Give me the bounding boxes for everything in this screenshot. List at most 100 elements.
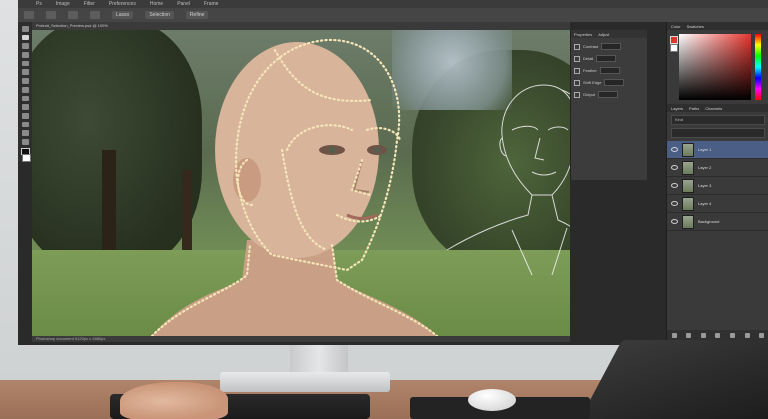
layer-row[interactable]: Layer 4 bbox=[667, 195, 768, 213]
properties-row: Shift Edge bbox=[574, 79, 644, 86]
properties-row: Feather bbox=[574, 67, 644, 74]
menu-item[interactable]: Filter bbox=[84, 1, 95, 7]
eye-icon[interactable] bbox=[671, 219, 678, 224]
layer-thumbnail bbox=[682, 214, 694, 229]
layer-name: Background bbox=[698, 219, 720, 224]
layers-footer bbox=[667, 330, 768, 340]
link-icon[interactable] bbox=[671, 332, 677, 338]
foreground-color-swatch[interactable] bbox=[670, 36, 678, 44]
layer-thumbnail bbox=[682, 178, 694, 193]
tab-paths[interactable]: Paths bbox=[689, 106, 699, 111]
menu-item[interactable]: Frame bbox=[204, 1, 218, 7]
tab-layers[interactable]: Layers bbox=[671, 106, 683, 111]
eye-icon[interactable] bbox=[671, 201, 678, 206]
color-picker-field[interactable] bbox=[679, 34, 751, 100]
tab-adjust[interactable]: Adjust bbox=[598, 32, 609, 37]
tools-panel bbox=[18, 22, 32, 162]
layer-name: Layer 2 bbox=[698, 165, 712, 170]
lasso-tool-icon[interactable] bbox=[46, 11, 56, 19]
properties-tabs: Properties Adjust bbox=[571, 30, 647, 38]
layer-thumbnail bbox=[682, 196, 694, 211]
properties-row: Output bbox=[574, 91, 644, 98]
row-label: Contrast bbox=[583, 44, 599, 49]
clone-stamp-icon[interactable] bbox=[21, 86, 29, 93]
subtract-selection-icon[interactable] bbox=[90, 11, 100, 19]
hue-slider[interactable] bbox=[755, 34, 761, 100]
eraser-tool-icon[interactable] bbox=[21, 95, 29, 102]
document-canvas[interactable] bbox=[32, 30, 570, 336]
eyedropper-tool-icon[interactable] bbox=[21, 60, 29, 67]
properties-panel: Properties Adjust Contrast Detail Feathe… bbox=[570, 30, 647, 180]
color-panel-tabs: Color Swatches bbox=[667, 22, 768, 30]
eye-icon[interactable] bbox=[671, 183, 678, 188]
checkbox[interactable] bbox=[574, 79, 580, 86]
gradient-tool-icon[interactable] bbox=[21, 104, 29, 110]
scene: Ps Image Filter Preferences Home Panel F… bbox=[0, 0, 768, 419]
crop-tool-icon[interactable] bbox=[21, 52, 29, 58]
fx-icon[interactable] bbox=[686, 332, 692, 338]
row-label: Shift Edge bbox=[583, 80, 602, 85]
tab-swatches[interactable]: Swatches bbox=[687, 24, 704, 29]
value-field[interactable] bbox=[604, 79, 625, 86]
eye-icon[interactable] bbox=[671, 165, 678, 170]
value-field[interactable] bbox=[599, 67, 620, 74]
blend-mode-select[interactable] bbox=[671, 128, 765, 138]
portrait-illustration bbox=[150, 38, 570, 336]
zoom-tool-icon[interactable] bbox=[21, 138, 29, 145]
layer-row[interactable]: Layer 1 bbox=[667, 141, 768, 159]
checkbox[interactable] bbox=[574, 55, 580, 62]
adjustment-icon[interactable] bbox=[715, 332, 721, 338]
mask-icon[interactable] bbox=[700, 332, 706, 338]
background-color-swatch[interactable] bbox=[670, 44, 678, 52]
menu-item[interactable]: Ps bbox=[36, 1, 42, 7]
options-control[interactable]: Selection bbox=[145, 11, 174, 19]
options-control[interactable]: Refine bbox=[185, 11, 209, 19]
layer-row[interactable]: Layer 3 bbox=[667, 177, 768, 195]
move-tool-icon[interactable] bbox=[21, 26, 29, 32]
right-panel-dock: Color Swatches Layers Paths Channels Kin… bbox=[666, 22, 768, 340]
document-tab[interactable]: Portrait_Selection_Preview.psd @ 100% bbox=[32, 22, 570, 30]
status-bar: Photoshop document 5120px x 2880px bbox=[32, 336, 570, 342]
value-field[interactable] bbox=[601, 43, 622, 50]
layer-thumbnail bbox=[682, 160, 694, 175]
value-field[interactable] bbox=[596, 55, 617, 62]
options-bar: Lasso Selection Refine bbox=[18, 8, 768, 22]
menu-item[interactable]: Image bbox=[56, 1, 70, 7]
brush-tool-icon[interactable] bbox=[21, 78, 29, 84]
eye-icon[interactable] bbox=[671, 147, 678, 152]
layer-row[interactable]: Background bbox=[667, 213, 768, 231]
menu-item[interactable]: Preferences bbox=[109, 1, 136, 7]
pen-tool-icon[interactable] bbox=[21, 112, 29, 119]
tab-channels[interactable]: Channels bbox=[705, 106, 722, 111]
folder-icon[interactable] bbox=[730, 332, 736, 338]
marquee-tool-icon[interactable] bbox=[21, 43, 29, 50]
row-label: Output bbox=[583, 92, 596, 97]
options-control[interactable]: Lasso bbox=[112, 11, 134, 19]
mouse bbox=[468, 389, 516, 411]
menu-item[interactable]: Home bbox=[150, 1, 163, 7]
layer-row[interactable]: Layer 2 bbox=[667, 159, 768, 177]
new-layer-icon[interactable] bbox=[744, 332, 750, 338]
type-tool-icon[interactable] bbox=[21, 121, 29, 128]
lasso-tool-icon[interactable] bbox=[21, 34, 29, 41]
document-tab-bar: Portrait_Selection_Preview.psd @ 100% bbox=[32, 22, 570, 30]
layer-thumbnail bbox=[682, 142, 694, 157]
checkbox[interactable] bbox=[574, 43, 580, 50]
checkbox[interactable] bbox=[574, 67, 580, 74]
row-label: Feather bbox=[583, 68, 597, 73]
menu-bar: Ps Image Filter Preferences Home Panel F… bbox=[18, 0, 768, 8]
checkbox[interactable] bbox=[574, 91, 580, 98]
background-color-swatch[interactable] bbox=[22, 154, 31, 162]
home-icon[interactable] bbox=[24, 11, 34, 19]
tab-color[interactable]: Color bbox=[671, 24, 681, 29]
layer-filter-select[interactable]: Kind bbox=[671, 115, 765, 125]
layers-panel-tabs: Layers Paths Channels bbox=[667, 104, 768, 112]
menu-item[interactable]: Panel bbox=[177, 1, 190, 7]
add-selection-icon[interactable] bbox=[68, 11, 78, 19]
hand-tool-icon[interactable] bbox=[21, 130, 29, 136]
value-field[interactable] bbox=[598, 91, 619, 98]
healing-brush-icon[interactable] bbox=[21, 69, 29, 76]
tab-properties[interactable]: Properties bbox=[574, 32, 592, 37]
layer-name: Layer 1 bbox=[698, 147, 712, 152]
trash-icon[interactable] bbox=[759, 332, 765, 338]
